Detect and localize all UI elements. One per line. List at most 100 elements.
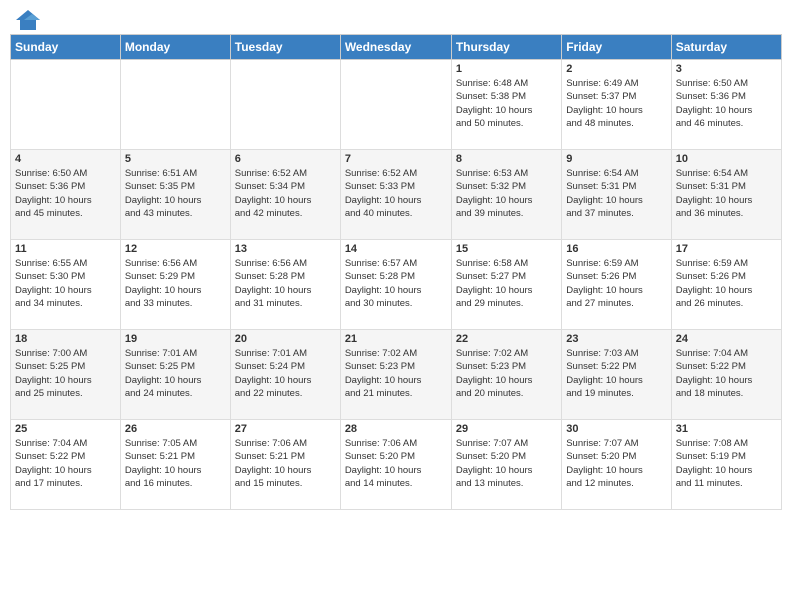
day-number: 14 [345,243,447,255]
weekday-header-saturday: Saturday [671,35,781,60]
day-info: Sunrise: 6:50 AM Sunset: 5:36 PM Dayligh… [15,167,116,220]
week-row-3: 11 Sunrise: 6:55 AM Sunset: 5:30 PM Dayli… [11,240,782,330]
logo [14,10,40,30]
day-cell [11,60,121,150]
day-cell: 23Sunrise: 7:03 AM Sunset: 5:22 PM Dayli… [562,330,671,420]
day-cell: 15 Sunrise: 6:58 AM Sunset: 5:27 PM Dayli… [451,240,561,330]
day-info: Sunrise: 6:53 AM Sunset: 5:32 PM Dayligh… [456,167,557,220]
day-number: 28 [345,423,447,435]
day-info: Sunrise: 7:06 AM Sunset: 5:21 PM Dayligh… [235,437,336,490]
day-cell: 3 Sunrise: 6:50 AM Sunset: 5:36 PM Daylig… [671,60,781,150]
day-number: 18 [15,333,116,345]
day-cell [230,60,340,150]
day-info: Sunrise: 6:57 AM Sunset: 5:28 PM Dayligh… [345,257,447,310]
day-info: Sunrise: 6:58 AM Sunset: 5:27 PM Dayligh… [456,257,557,310]
day-cell: 25 Sunrise: 7:04 AM Sunset: 5:22 PM Dayli… [11,420,121,510]
day-info: Sunrise: 7:07 AM Sunset: 5:20 PM Dayligh… [456,437,557,490]
day-info: Sunrise: 7:02 AM Sunset: 5:23 PM Dayligh… [456,347,557,400]
day-number: 9 [566,153,666,165]
day-info: Sunrise: 6:59 AM Sunset: 5:26 PM Dayligh… [566,257,666,310]
day-info: Sunrise: 6:56 AM Sunset: 5:29 PM Dayligh… [125,257,226,310]
day-info: Sunrise: 7:01 AM Sunset: 5:24 PM Dayligh… [235,347,336,400]
day-info: Sunrise: 7:06 AM Sunset: 5:20 PM Dayligh… [345,437,447,490]
weekday-header-tuesday: Tuesday [230,35,340,60]
day-cell: 13 Sunrise: 6:56 AM Sunset: 5:28 PM Dayli… [230,240,340,330]
day-cell: 31 Sunrise: 7:08 AM Sunset: 5:19 PM Dayli… [671,420,781,510]
day-info: Sunrise: 6:51 AM Sunset: 5:35 PM Dayligh… [125,167,226,220]
day-cell: 7Sunrise: 6:52 AM Sunset: 5:33 PM Daylig… [340,150,451,240]
day-cell: 28 Sunrise: 7:06 AM Sunset: 5:20 PM Dayli… [340,420,451,510]
day-number: 7 [345,153,447,165]
day-info: Sunrise: 7:08 AM Sunset: 5:19 PM Dayligh… [676,437,777,490]
day-cell: 2 Sunrise: 6:49 AM Sunset: 5:37 PM Daylig… [562,60,671,150]
day-number: 30 [566,423,666,435]
day-number: 16 [566,243,666,255]
day-info: Sunrise: 6:48 AM Sunset: 5:38 PM Dayligh… [456,77,557,130]
day-cell: 19Sunrise: 7:01 AM Sunset: 5:25 PM Dayli… [120,330,230,420]
day-number: 21 [345,333,447,345]
day-cell: 29 Sunrise: 7:07 AM Sunset: 5:20 PM Dayli… [451,420,561,510]
day-number: 12 [125,243,226,255]
day-cell [340,60,451,150]
day-info: Sunrise: 7:04 AM Sunset: 5:22 PM Dayligh… [676,347,777,400]
day-info: Sunrise: 7:07 AM Sunset: 5:20 PM Dayligh… [566,437,666,490]
weekday-header-wednesday: Wednesday [340,35,451,60]
day-number: 25 [15,423,116,435]
week-row-4: 18 Sunrise: 7:00 AM Sunset: 5:25 PM Dayli… [11,330,782,420]
day-number: 17 [676,243,777,255]
day-cell: 24 Sunrise: 7:04 AM Sunset: 5:22 PM Dayli… [671,330,781,420]
day-number: 13 [235,243,336,255]
day-number: 24 [676,333,777,345]
day-info: Sunrise: 6:59 AM Sunset: 5:26 PM Dayligh… [676,257,777,310]
day-info: Sunrise: 7:05 AM Sunset: 5:21 PM Dayligh… [125,437,226,490]
day-cell: 1 Sunrise: 6:48 AM Sunset: 5:38 PM Daylig… [451,60,561,150]
day-number: 15 [456,243,557,255]
day-cell: 22Sunrise: 7:02 AM Sunset: 5:23 PM Dayli… [451,330,561,420]
day-number: 11 [15,243,116,255]
day-info: Sunrise: 7:00 AM Sunset: 5:25 PM Dayligh… [15,347,116,400]
day-number: 19 [125,333,226,345]
day-number: 10 [676,153,777,165]
day-number: 4 [15,153,116,165]
day-number: 3 [676,63,777,75]
day-number: 23 [566,333,666,345]
day-number: 6 [235,153,336,165]
logo-icon [16,10,40,30]
day-info: Sunrise: 6:52 AM Sunset: 5:34 PM Dayligh… [235,167,336,220]
day-number: 29 [456,423,557,435]
day-number: 31 [676,423,777,435]
day-info: Sunrise: 6:56 AM Sunset: 5:28 PM Dayligh… [235,257,336,310]
day-info: Sunrise: 6:55 AM Sunset: 5:30 PM Dayligh… [15,257,116,310]
weekday-header-row: SundayMondayTuesdayWednesdayThursdayFrid… [11,35,782,60]
day-number: 1 [456,63,557,75]
day-cell: 8 Sunrise: 6:53 AM Sunset: 5:32 PM Daylig… [451,150,561,240]
day-cell [120,60,230,150]
day-number: 20 [235,333,336,345]
day-cell: 18 Sunrise: 7:00 AM Sunset: 5:25 PM Dayli… [11,330,121,420]
day-info: Sunrise: 7:02 AM Sunset: 5:23 PM Dayligh… [345,347,447,400]
day-cell: 16 Sunrise: 6:59 AM Sunset: 5:26 PM Dayli… [562,240,671,330]
weekday-header-thursday: Thursday [451,35,561,60]
calendar-table: SundayMondayTuesdayWednesdayThursdayFrid… [10,34,782,510]
page-header [10,10,782,30]
day-cell: 17 Sunrise: 6:59 AM Sunset: 5:26 PM Dayli… [671,240,781,330]
day-cell: 21 Sunrise: 7:02 AM Sunset: 5:23 PM Dayli… [340,330,451,420]
day-cell: 4 Sunrise: 6:50 AM Sunset: 5:36 PM Daylig… [11,150,121,240]
weekday-header-monday: Monday [120,35,230,60]
day-number: 2 [566,63,666,75]
day-cell: 26 Sunrise: 7:05 AM Sunset: 5:21 PM Dayli… [120,420,230,510]
weekday-header-sunday: Sunday [11,35,121,60]
day-cell: 14 Sunrise: 6:57 AM Sunset: 5:28 PM Dayli… [340,240,451,330]
day-cell: 20 Sunrise: 7:01 AM Sunset: 5:24 PM Dayli… [230,330,340,420]
day-number: 26 [125,423,226,435]
day-cell: 30 Sunrise: 7:07 AM Sunset: 5:20 PM Dayli… [562,420,671,510]
day-cell: 10Sunrise: 6:54 AM Sunset: 5:31 PM Dayli… [671,150,781,240]
day-info: Sunrise: 7:04 AM Sunset: 5:22 PM Dayligh… [15,437,116,490]
day-info: Sunrise: 6:54 AM Sunset: 5:31 PM Dayligh… [566,167,666,220]
day-info: Sunrise: 6:49 AM Sunset: 5:37 PM Dayligh… [566,77,666,130]
day-number: 8 [456,153,557,165]
week-row-2: 4 Sunrise: 6:50 AM Sunset: 5:36 PM Daylig… [11,150,782,240]
day-cell: 6 Sunrise: 6:52 AM Sunset: 5:34 PM Daylig… [230,150,340,240]
day-info: Sunrise: 6:50 AM Sunset: 5:36 PM Dayligh… [676,77,777,130]
week-row-1: 1 Sunrise: 6:48 AM Sunset: 5:38 PM Daylig… [11,60,782,150]
